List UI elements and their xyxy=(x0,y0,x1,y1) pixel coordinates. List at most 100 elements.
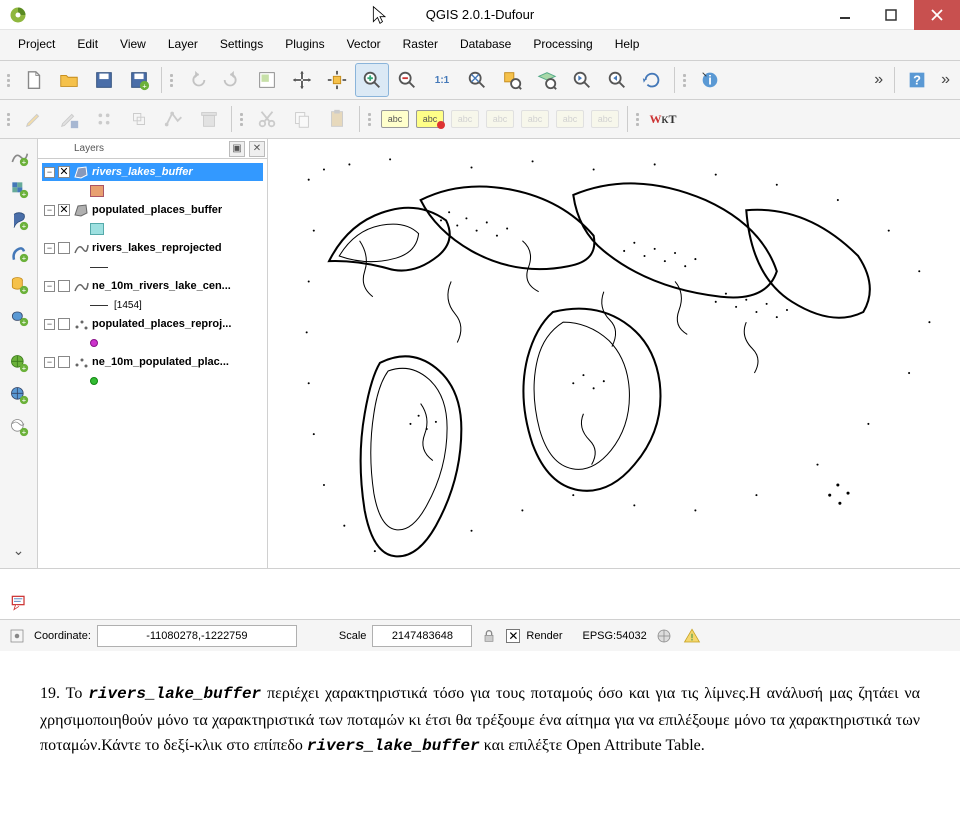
redo-button[interactable] xyxy=(215,63,249,97)
add-postgis-button[interactable]: + xyxy=(4,206,34,236)
tree-collapse-icon[interactable]: − xyxy=(44,319,55,330)
toolbar-grip[interactable] xyxy=(7,113,13,126)
undo-button[interactable] xyxy=(180,63,214,97)
label-pin-button[interactable]: abc xyxy=(448,102,482,136)
layer-visibility-checkbox[interactable] xyxy=(58,356,70,368)
menu-project[interactable]: Project xyxy=(8,34,65,54)
tree-collapse-icon[interactable]: − xyxy=(44,167,55,178)
left-toolbar-overflow[interactable]: ⌄ xyxy=(13,542,25,559)
layer-visibility-checkbox[interactable]: ✕ xyxy=(58,204,70,216)
add-raster-button[interactable]: + xyxy=(4,174,34,204)
menu-database[interactable]: Database xyxy=(450,34,521,54)
add-vector-button[interactable]: + xyxy=(4,142,34,172)
add-spatialite-button[interactable]: + xyxy=(4,238,34,268)
crs-status-icon[interactable] xyxy=(653,625,675,647)
add-mssql-button[interactable]: + xyxy=(4,270,34,300)
panel-close-button[interactable]: ✕ xyxy=(249,141,265,157)
zoom-last-button[interactable] xyxy=(565,63,599,97)
refresh-button[interactable] xyxy=(635,63,669,97)
toggle-extents-icon[interactable] xyxy=(6,625,28,647)
layer-item-ne-10m-rivers[interactable]: − ne_10m_rivers_lake_cen... xyxy=(42,277,263,295)
maximize-button[interactable] xyxy=(868,0,914,30)
layer-visibility-checkbox[interactable] xyxy=(58,280,70,292)
coordinate-field[interactable] xyxy=(97,625,297,647)
add-wfs-button[interactable]: + xyxy=(4,412,34,442)
layer-item-rivers-lakes-buffer[interactable]: − ✕ rivers_lakes_buffer xyxy=(42,163,263,181)
annotation-button[interactable] xyxy=(4,588,34,618)
move-feature-button[interactable] xyxy=(122,102,156,136)
label-abc-button[interactable]: abc xyxy=(378,102,412,136)
menu-edit[interactable]: Edit xyxy=(67,34,108,54)
open-project-button[interactable] xyxy=(52,63,86,97)
wkt-button[interactable]: WKT xyxy=(646,102,680,136)
zoom-selection-button[interactable] xyxy=(495,63,529,97)
map-canvas[interactable] xyxy=(268,139,960,568)
identify-button[interactable]: i xyxy=(693,63,727,97)
layer-visibility-checkbox[interactable] xyxy=(58,318,70,330)
copy-button[interactable] xyxy=(285,102,319,136)
pan-to-selection-button[interactable] xyxy=(320,63,354,97)
zoom-layer-button[interactable] xyxy=(530,63,564,97)
menu-view[interactable]: View xyxy=(110,34,156,54)
layer-visibility-checkbox[interactable]: ✕ xyxy=(58,166,70,178)
menu-layer[interactable]: Layer xyxy=(158,34,208,54)
tree-collapse-icon[interactable]: − xyxy=(44,357,55,368)
toolbar-grip[interactable] xyxy=(368,113,374,126)
toolbar-grip[interactable] xyxy=(636,113,642,126)
new-project-button[interactable] xyxy=(17,63,51,97)
menu-settings[interactable]: Settings xyxy=(210,34,273,54)
label-rotate-button[interactable]: abc xyxy=(553,102,587,136)
composer-button[interactable] xyxy=(250,63,284,97)
messages-icon[interactable] xyxy=(681,625,703,647)
scale-field[interactable] xyxy=(372,625,472,647)
render-checkbox[interactable]: ✕ xyxy=(506,629,520,643)
pan-button[interactable] xyxy=(285,63,319,97)
toolbar-grip[interactable] xyxy=(683,74,689,87)
cut-button[interactable] xyxy=(250,102,284,136)
save-project-button[interactable] xyxy=(87,63,121,97)
minimize-button[interactable] xyxy=(822,0,868,30)
zoom-next-button[interactable] xyxy=(600,63,634,97)
toolbar-overflow[interactable]: » xyxy=(868,71,889,89)
node-tool-button[interactable] xyxy=(157,102,191,136)
toolbar-overflow-2[interactable]: » xyxy=(935,71,956,89)
menu-help[interactable]: Help xyxy=(605,34,650,54)
layer-item-rivers-lakes-reprojected[interactable]: − rivers_lakes_reprojected xyxy=(42,239,263,257)
zoom-full-button[interactable] xyxy=(460,63,494,97)
label-highlight-button[interactable]: abc xyxy=(413,102,447,136)
edit-pencil-button[interactable] xyxy=(17,102,51,136)
add-wms-button[interactable]: + xyxy=(4,348,34,378)
help-button[interactable]: ? xyxy=(900,63,934,97)
add-feature-button[interactable] xyxy=(87,102,121,136)
layer-item-populated-places-buffer[interactable]: − ✕ populated_places_buffer xyxy=(42,201,263,219)
label-move-button[interactable]: abc xyxy=(518,102,552,136)
tree-collapse-icon[interactable]: − xyxy=(44,205,55,216)
layer-tree[interactable]: − ✕ rivers_lakes_buffer − ✕ populated_pl… xyxy=(38,159,267,568)
label-change-button[interactable]: abc xyxy=(588,102,622,136)
delete-button[interactable] xyxy=(192,102,226,136)
menu-plugins[interactable]: Plugins xyxy=(275,34,334,54)
tree-collapse-icon[interactable]: − xyxy=(44,243,55,254)
panel-undock-button[interactable]: ▣ xyxy=(229,141,245,157)
toolbar-grip[interactable] xyxy=(7,74,13,87)
menu-raster[interactable]: Raster xyxy=(393,34,448,54)
scale-lock-icon[interactable] xyxy=(478,625,500,647)
zoom-in-button[interactable] xyxy=(355,63,389,97)
menu-processing[interactable]: Processing xyxy=(523,34,602,54)
zoom-native-button[interactable]: 1:1 xyxy=(425,63,459,97)
toolbar-grip[interactable] xyxy=(240,113,246,126)
toolbar-grip[interactable] xyxy=(170,74,176,87)
tree-collapse-icon[interactable]: − xyxy=(44,281,55,292)
save-as-button[interactable]: + xyxy=(122,63,156,97)
label-show-button[interactable]: abc xyxy=(483,102,517,136)
save-edits-button[interactable] xyxy=(52,102,86,136)
close-button[interactable] xyxy=(914,0,960,30)
add-oracle-button[interactable]: + xyxy=(4,302,34,332)
layer-item-ne-10m-populated[interactable]: − ne_10m_populated_plac... xyxy=(42,353,263,371)
add-wcs-button[interactable]: + xyxy=(4,380,34,410)
menu-vector[interactable]: Vector xyxy=(337,34,391,54)
paste-button[interactable] xyxy=(320,102,354,136)
layer-item-populated-places-reproj[interactable]: − populated_places_reproj... xyxy=(42,315,263,333)
zoom-out-button[interactable] xyxy=(390,63,424,97)
layer-visibility-checkbox[interactable] xyxy=(58,242,70,254)
